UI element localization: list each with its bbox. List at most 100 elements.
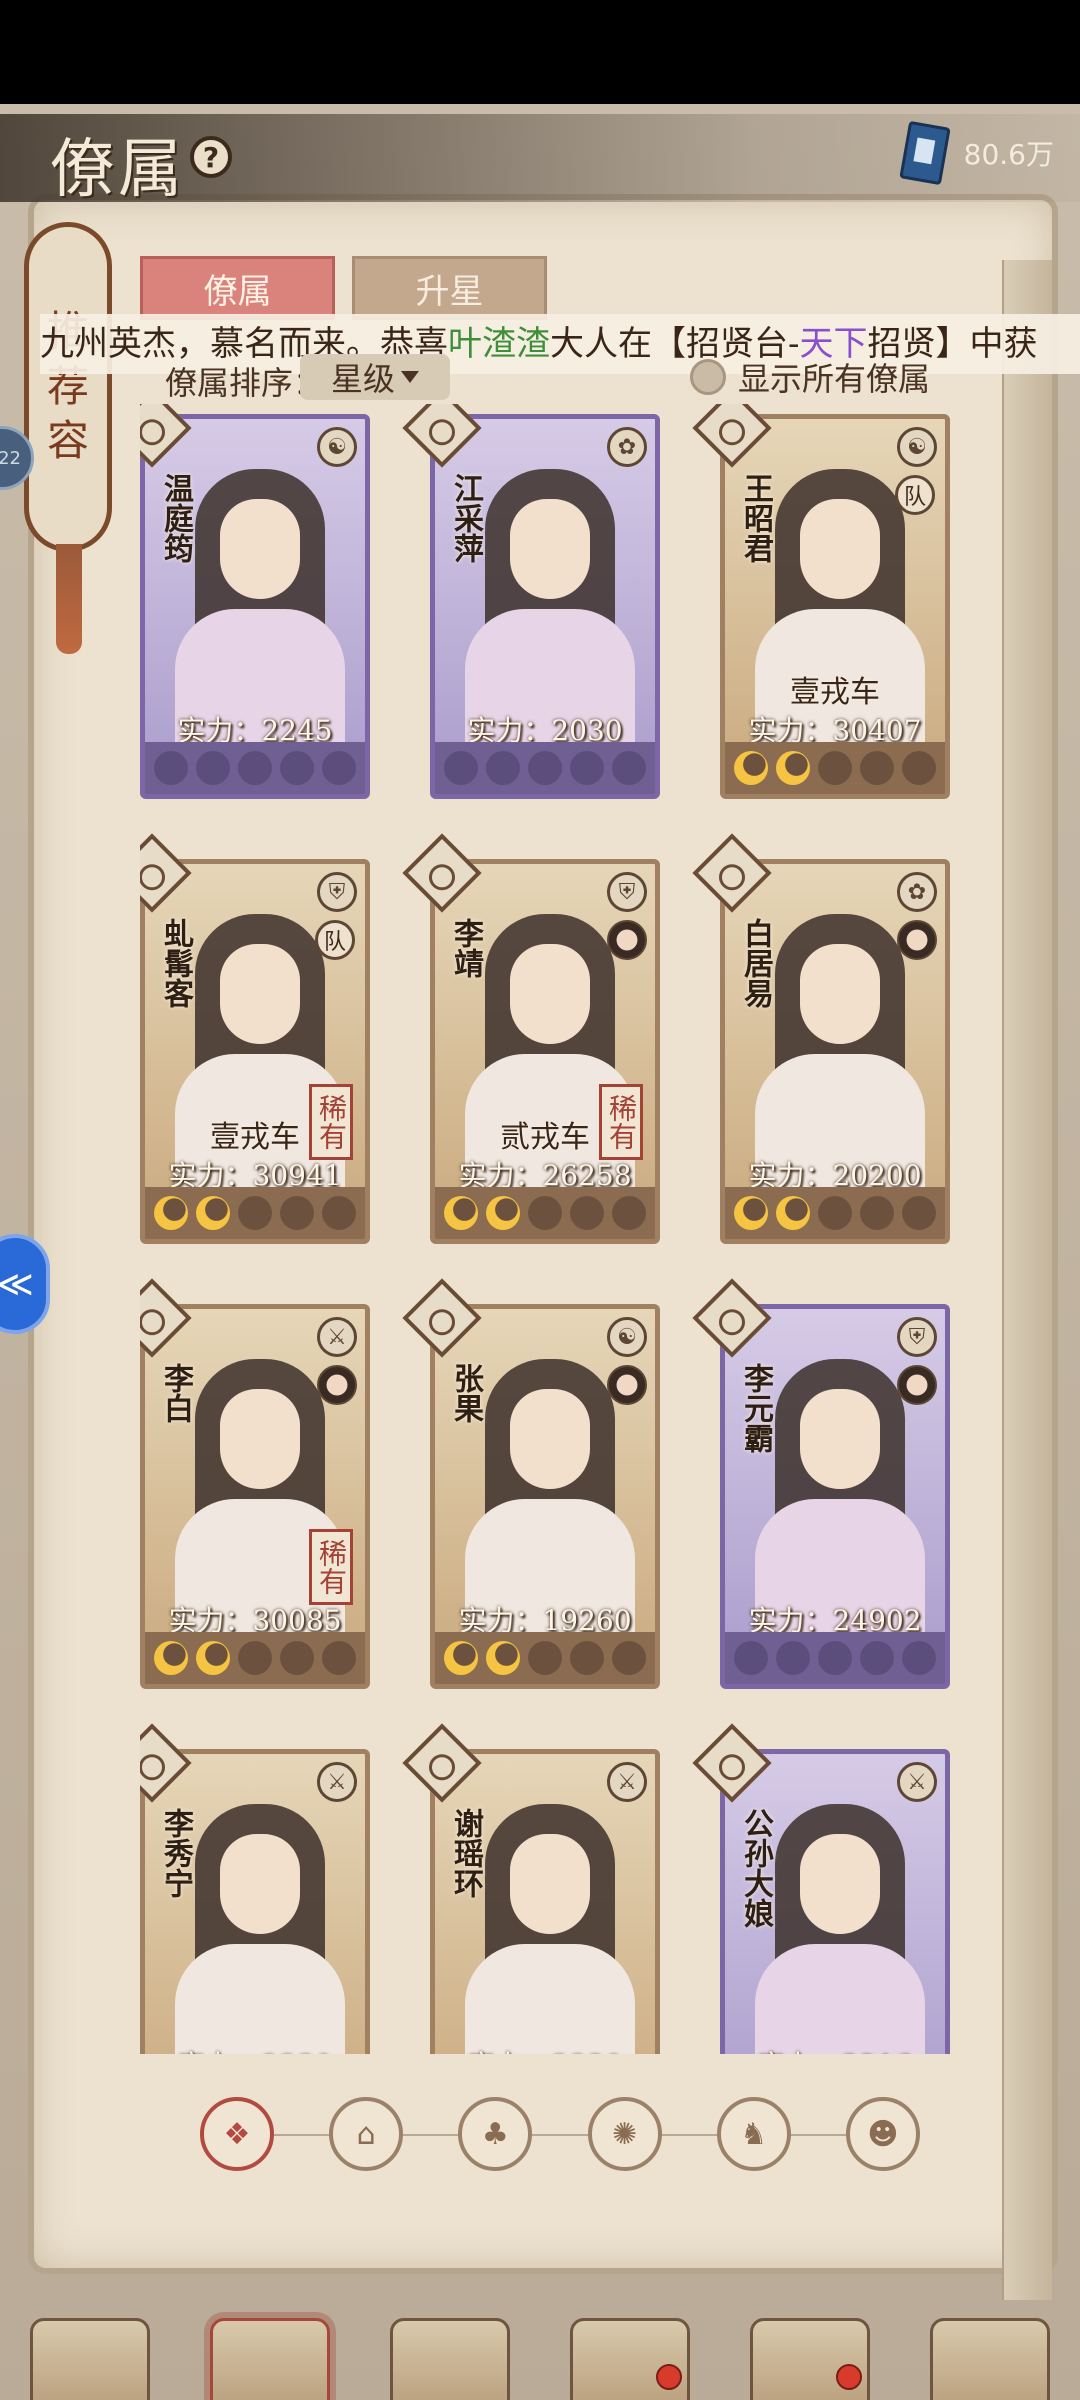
card-name: 李秀宁 — [158, 1808, 193, 1898]
book-fold — [1002, 260, 1052, 2300]
retainer-card[interactable]: 白居易 ✿ 实力：20200 — [692, 833, 950, 1244]
portrait-face — [800, 1834, 880, 1934]
retainer-card[interactable]: 张果 ☯ 实力：19260 — [402, 1278, 660, 1689]
star-row — [435, 1632, 655, 1684]
moon-star-icon — [444, 1641, 478, 1675]
retainer-card[interactable]: 公孙大娘 ⚔ 实力：2216 — [692, 1723, 950, 2054]
card-frame: 谢瑶环 ⚔ 实力：2330 — [430, 1749, 660, 2054]
tab-retainers[interactable]: 僚属 — [140, 256, 335, 320]
empty-star-icon — [322, 1641, 356, 1675]
show-all-toggle[interactable]: 显示所有僚属 — [690, 354, 930, 400]
recommend-lineup-button[interactable]: 推 荐 容 — [24, 222, 112, 552]
nav-item-5[interactable]: 九州 — [900, 2254, 1080, 2400]
card-name: 虬髯客 — [158, 918, 193, 1008]
retainer-card[interactable]: 李靖 ⛨ 稀有 贰戎车 实力：26258 — [402, 833, 660, 1244]
empty-star-icon — [280, 1196, 314, 1230]
cat-filter-icon[interactable]: ♣ — [458, 2097, 533, 2171]
filter-row: ❖ ⌂ ♣ ✺ ♞ ☻ — [200, 2094, 920, 2174]
nav-art-icon — [210, 2318, 330, 2400]
retainer-card[interactable]: 温庭筠 ☯ 实力：2245 — [140, 404, 370, 799]
nav-item-3[interactable]: 州 — [540, 2254, 720, 2400]
moon-star-icon — [486, 751, 520, 785]
lotus-icon: ✿ — [897, 872, 937, 912]
show-all-checkbox[interactable] — [690, 359, 726, 395]
currency-display[interactable]: 80.6万 — [898, 120, 1054, 186]
tassel-decoration — [56, 544, 82, 654]
empty-star-icon — [280, 751, 314, 785]
portrait — [455, 1784, 645, 2054]
retainer-card[interactable]: 虬髯客 ⛨ 队稀有 壹戎车 实力：30941 — [140, 833, 370, 1244]
retainer-card[interactable]: 王昭君 ☯ 队壹戎车 实力：30407 — [692, 404, 950, 799]
all-filter-icon[interactable]: ❖ — [200, 2097, 274, 2171]
yin-yang-icon: ☯ — [317, 427, 357, 467]
team-badge: 队 — [895, 475, 935, 515]
nav-item-2[interactable]: 政务 — [360, 2254, 540, 2400]
card-frame: 李元霸 ⛨ 实力：24902 — [720, 1304, 950, 1689]
moon-star-icon — [154, 1196, 188, 1230]
portrait-robe — [465, 1944, 635, 2054]
empty-star-icon — [612, 1196, 646, 1230]
empty-star-icon — [902, 751, 936, 785]
help-icon[interactable]: ? — [190, 136, 232, 178]
card-frame: 江采萍 ✿ 实力：2030 — [430, 414, 660, 799]
fan-filter-icon[interactable]: ✺ — [587, 2097, 662, 2171]
sword-icon: ⚔ — [897, 1762, 937, 1802]
card-name: 张果 — [448, 1363, 483, 1423]
yin-yang-icon: ☯ — [897, 427, 937, 467]
card-name: 王昭君 — [738, 473, 773, 563]
moon-star-icon — [776, 1196, 810, 1230]
card-name: 李靖 — [448, 918, 483, 978]
card-frame: 王昭君 ☯ 队壹戎车 实力：30407 — [720, 414, 950, 799]
moon-star-icon — [444, 751, 478, 785]
companion-avatar — [317, 1365, 357, 1405]
moon-star-icon — [154, 751, 188, 785]
companion-avatar — [897, 1365, 937, 1405]
moon-star-icon — [486, 1641, 520, 1675]
nav-item-4[interactable]: 城郊 — [720, 2254, 900, 2400]
empty-star-icon — [570, 751, 604, 785]
tab-star-up[interactable]: 升星 — [352, 256, 547, 320]
moon-star-icon — [528, 751, 562, 785]
empty-star-icon — [860, 751, 894, 785]
portrait — [165, 1784, 355, 2054]
empty-star-icon — [612, 1641, 646, 1675]
floating-assistant-button[interactable]: ≪ — [0, 1234, 50, 1334]
nav-art-icon — [930, 2318, 1050, 2400]
card-frame: 李白 ⚔ 稀有 实力：30085 — [140, 1304, 370, 1689]
companion-avatar — [607, 1365, 647, 1405]
team-badge: 队 — [315, 920, 355, 960]
shield-icon: ⛨ — [317, 872, 357, 912]
nav-item-0[interactable]: 县邑 — [0, 2254, 180, 2400]
empty-star-icon — [902, 1196, 936, 1230]
retainer-card[interactable]: 谢瑶环 ⚔ 实力：2330 — [402, 1723, 660, 2054]
empty-star-icon — [238, 1641, 272, 1675]
notification-dot — [836, 2364, 862, 2390]
retainer-card[interactable]: 江采萍 ✿ 实力：2030 — [402, 404, 660, 799]
empty-star-icon — [528, 1641, 562, 1675]
portrait-robe — [755, 1944, 925, 2054]
card-frame: 李秀宁 ⚔ 实力：2330 — [140, 1749, 370, 2054]
rank-text: 壹戎车 — [790, 675, 880, 710]
mask-filter-icon[interactable]: ☻ — [845, 2097, 920, 2171]
nav-item-1[interactable]: 僚属 — [180, 2254, 360, 2400]
retainer-card[interactable]: 李元霸 ⛨ 实力：24902 — [692, 1278, 950, 1689]
scroll-book-icon — [898, 120, 951, 186]
empty-star-icon — [612, 751, 646, 785]
empty-star-icon — [818, 1196, 852, 1230]
portrait-face — [220, 499, 300, 599]
card-name: 公孙大娘 — [738, 1808, 773, 1928]
retainer-card[interactable]: 李白 ⚔ 稀有 实力：30085 — [140, 1278, 370, 1689]
yin-yang-icon: ☯ — [607, 1317, 647, 1357]
empty-star-icon — [280, 1641, 314, 1675]
rank-text: 贰戎车 — [500, 1120, 590, 1155]
tent-filter-icon[interactable]: ⌂ — [329, 2097, 404, 2171]
retainer-card[interactable]: 李秀宁 ⚔ 实力：2330 — [140, 1723, 370, 2054]
sort-dropdown[interactable]: 星级 — [300, 354, 450, 400]
horse-filter-icon[interactable]: ♞ — [716, 2097, 791, 2171]
empty-star-icon — [238, 1196, 272, 1230]
chevron-down-icon — [401, 371, 419, 383]
rank-text: 壹戎车 — [210, 1120, 300, 1155]
empty-star-icon — [818, 751, 852, 785]
moon-star-icon — [154, 1641, 188, 1675]
portrait-face — [510, 499, 590, 599]
